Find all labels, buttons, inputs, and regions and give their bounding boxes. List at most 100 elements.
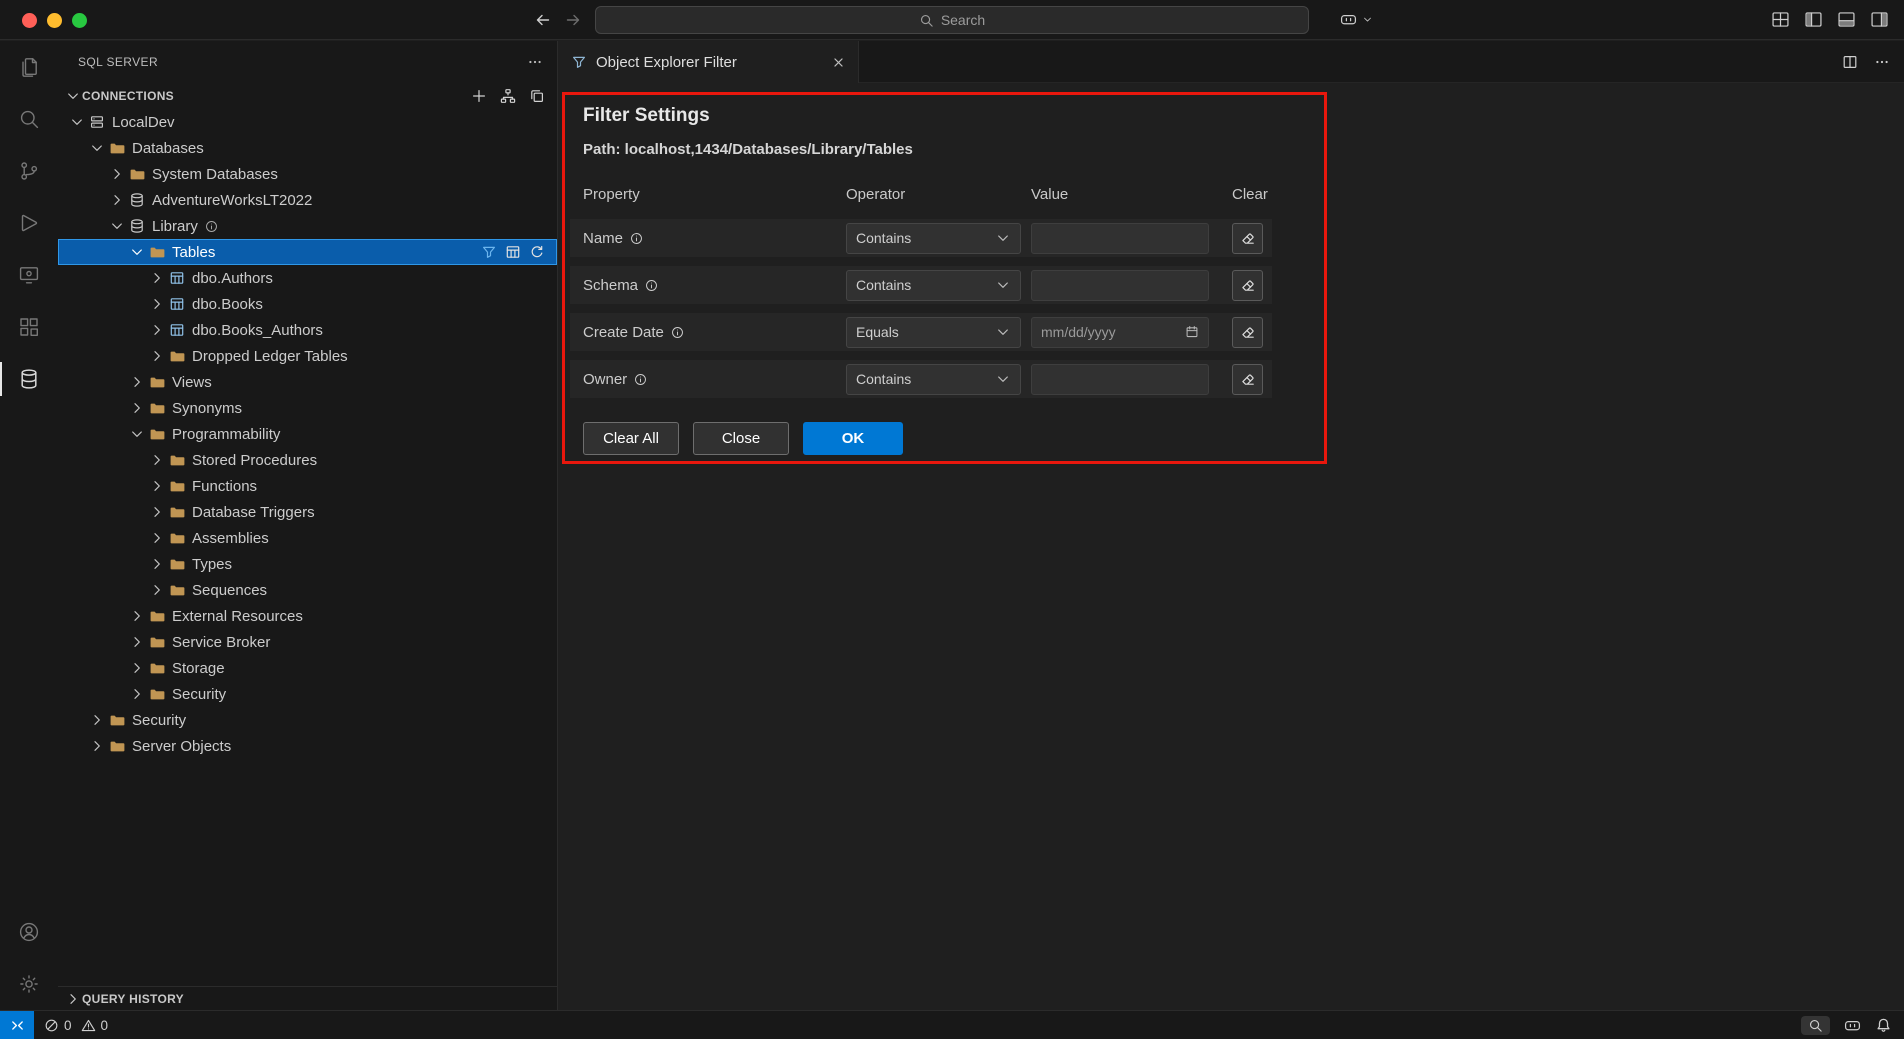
- close-button[interactable]: Close: [693, 422, 789, 455]
- tree-item-service-broker[interactable]: Service Broker: [58, 629, 557, 655]
- tree-item-database-triggers[interactable]: Database Triggers: [58, 499, 557, 525]
- status-bar: 0 0: [0, 1010, 1904, 1039]
- tree-item-synonyms[interactable]: Synonyms: [58, 395, 557, 421]
- activity-item-extensions[interactable]: [0, 301, 58, 353]
- tree-item-security[interactable]: Security: [58, 707, 557, 733]
- tree-item-dbo-books[interactable]: dbo.Books: [58, 291, 557, 317]
- operator-select[interactable]: Contains: [846, 364, 1021, 395]
- tree-item-stored-procedures[interactable]: Stored Procedures: [58, 447, 557, 473]
- toggle-panel-icon[interactable]: [1836, 9, 1857, 30]
- tree-item-sequences[interactable]: Sequences: [58, 577, 557, 603]
- toggle-sidebar-icon[interactable]: [1803, 9, 1824, 30]
- value-input[interactable]: [1031, 364, 1209, 395]
- tree-item-server-objects[interactable]: Server Objects: [58, 733, 557, 759]
- connection-groups-icon[interactable]: [500, 88, 516, 104]
- chevron-right-icon: [64, 991, 82, 1007]
- tree-item-dbo-books-authors[interactable]: dbo.Books_Authors: [58, 317, 557, 343]
- tree-item-programmability[interactable]: Programmability: [58, 421, 557, 447]
- clear-row-button[interactable]: [1232, 270, 1263, 301]
- problems-indicator[interactable]: 0 0: [34, 1018, 112, 1033]
- activity-item-sql-server[interactable]: [0, 353, 58, 405]
- tree-item-functions[interactable]: Functions: [58, 473, 557, 499]
- filter-row-create-date: Create DateEquals mm/dd/yyyy: [570, 313, 1272, 351]
- column-value: Value: [1031, 186, 1232, 203]
- remote-indicator[interactable]: [0, 1011, 34, 1039]
- refresh-action[interactable]: [525, 244, 549, 260]
- operator-select[interactable]: Equals: [846, 317, 1021, 348]
- value-input[interactable]: [1031, 270, 1209, 301]
- tree-item-tables[interactable]: Tables: [58, 239, 557, 265]
- toggle-secondary-sidebar-icon[interactable]: [1869, 9, 1890, 30]
- value-input[interactable]: [1031, 223, 1209, 254]
- tree-item-security[interactable]: Security: [58, 681, 557, 707]
- warning-count: 0: [101, 1018, 109, 1033]
- activity-item-run-and-debug[interactable]: [0, 197, 58, 249]
- tree-item-databases[interactable]: Databases: [58, 135, 557, 161]
- activity-item-accounts[interactable]: [0, 906, 58, 958]
- zoom-window-button[interactable]: [72, 13, 87, 28]
- close-window-button[interactable]: [22, 13, 37, 28]
- copilot-status-icon[interactable]: [1842, 1015, 1863, 1036]
- duplicate-connection-icon[interactable]: [529, 88, 545, 104]
- activity-item-explorer[interactable]: [0, 41, 58, 93]
- operator-select[interactable]: Contains: [846, 223, 1021, 254]
- property-cell: Schema: [583, 277, 846, 294]
- notifications-bell-icon[interactable]: [1875, 1017, 1892, 1034]
- tree-item-views[interactable]: Views: [58, 369, 557, 395]
- more-editor-actions-icon[interactable]: [1874, 54, 1890, 70]
- clear-all-button[interactable]: Clear All: [583, 422, 679, 455]
- clear-cell: [1232, 317, 1272, 348]
- chevron-right-icon: [148, 504, 166, 520]
- eraser-icon: [1240, 324, 1256, 340]
- add-connection-icon[interactable]: [471, 88, 487, 104]
- tree-item-types[interactable]: Types: [58, 551, 557, 577]
- operator-select[interactable]: Contains: [846, 270, 1021, 301]
- tree-item-adventureworkslt2022[interactable]: AdventureWorksLT2022: [58, 187, 557, 213]
- filter-row-schema: SchemaContains: [570, 266, 1272, 304]
- activity-item-search[interactable]: [0, 93, 58, 145]
- close-tab-icon[interactable]: [831, 55, 846, 70]
- tree-item-library[interactable]: Library: [58, 213, 557, 239]
- connections-section-header[interactable]: CONNECTIONS: [58, 83, 557, 109]
- eraser-icon: [1240, 277, 1256, 293]
- clear-row-button[interactable]: [1232, 317, 1263, 348]
- tree-item-storage[interactable]: Storage: [58, 655, 557, 681]
- folder-icon: [108, 140, 126, 156]
- tab-object-explorer-filter[interactable]: Object Explorer Filter: [559, 41, 859, 83]
- chevron-right-icon: [128, 608, 146, 624]
- activity-item-remote-explorer[interactable]: [0, 249, 58, 301]
- tree-item-external-resources[interactable]: External Resources: [58, 603, 557, 629]
- copilot-menu-button[interactable]: [1338, 9, 1373, 30]
- value-date-input[interactable]: mm/dd/yyyy: [1031, 317, 1209, 348]
- operator-cell: Contains: [846, 270, 1031, 301]
- ok-button[interactable]: OK: [803, 422, 903, 455]
- activity-item-settings[interactable]: [0, 958, 58, 1010]
- tree-item-label: dbo.Books_Authors: [192, 322, 323, 339]
- activity-item-source-control[interactable]: [0, 145, 58, 197]
- minimize-window-button[interactable]: [47, 13, 62, 28]
- search-input[interactable]: Search: [595, 6, 1309, 34]
- tree-item-system-databases[interactable]: System Databases: [58, 161, 557, 187]
- zoom-indicator[interactable]: [1801, 1016, 1830, 1035]
- tree-item-assemblies[interactable]: Assemblies: [58, 525, 557, 551]
- chevron-right-icon: [88, 738, 106, 754]
- chevron-down-icon: [68, 114, 86, 130]
- property-cell: Create Date: [583, 324, 846, 341]
- tree-item-label: Databases: [132, 140, 204, 157]
- tree-item-localdev[interactable]: LocalDev: [58, 109, 557, 135]
- customize-layout-icon[interactable]: [1770, 9, 1791, 30]
- navigate-forward-icon[interactable]: [564, 11, 582, 29]
- activity-bar: [0, 41, 58, 1010]
- new-table-action[interactable]: [501, 244, 525, 260]
- clear-row-button[interactable]: [1232, 223, 1263, 254]
- tree-item-dropped-ledger-tables[interactable]: Dropped Ledger Tables: [58, 343, 557, 369]
- filter-action[interactable]: [477, 244, 501, 260]
- value-cell: [1031, 223, 1232, 254]
- split-editor-icon[interactable]: [1842, 54, 1858, 70]
- query-history-section-header[interactable]: QUERY HISTORY: [58, 986, 557, 1010]
- sidebar-more-actions-icon[interactable]: [527, 54, 543, 70]
- tree-item-dbo-authors[interactable]: dbo.Authors: [58, 265, 557, 291]
- clear-row-button[interactable]: [1232, 364, 1263, 395]
- folder-icon: [108, 712, 126, 728]
- navigate-back-icon[interactable]: [534, 11, 552, 29]
